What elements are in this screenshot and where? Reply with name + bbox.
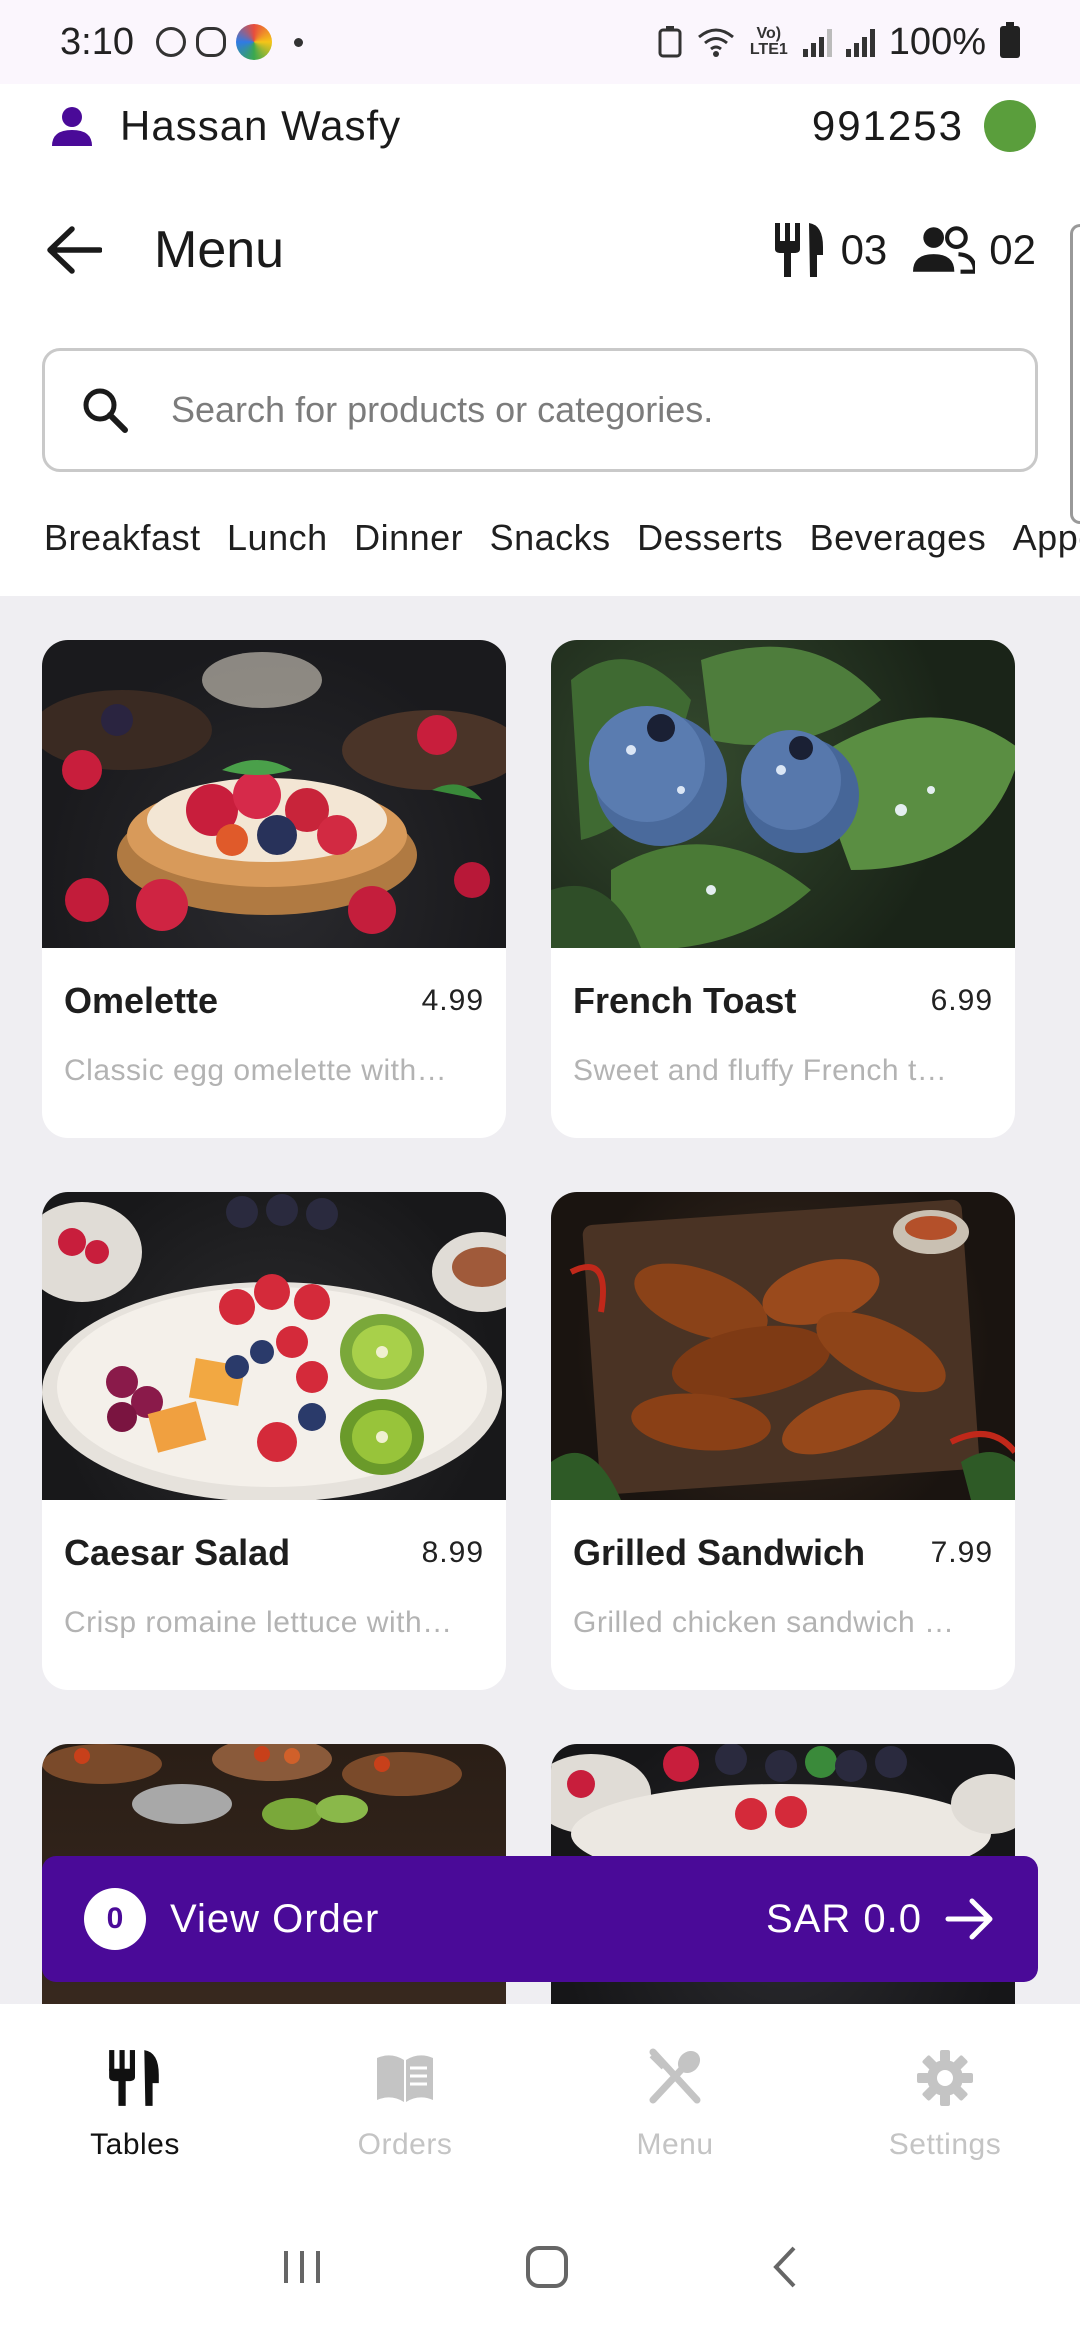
battery-percent: 100%	[888, 20, 986, 63]
side-panel-handle[interactable]	[1070, 224, 1080, 524]
category-tab-lunch[interactable]: Lunch	[227, 500, 328, 576]
status-bar: 3:10 Vo) LTE1 100%	[0, 0, 1080, 84]
product-card[interactable]: French Toast 6.99 Sweet and fluffy Frenc…	[551, 640, 1015, 1138]
status-left: 3:10	[60, 21, 303, 64]
wifi-icon	[697, 28, 734, 57]
status-right: Vo) LTE1 100%	[657, 21, 1020, 64]
home-icon[interactable]	[524, 2244, 570, 2290]
book-icon	[377, 2055, 433, 2102]
product-price: 4.99	[421, 984, 484, 1017]
view-order-button[interactable]: 0 View Order SAR 0.0	[42, 1856, 1038, 1982]
lte-label: Vo) LTE1	[749, 25, 788, 58]
nav-tab-orders[interactable]: Orders	[270, 2004, 540, 2194]
guests-count: 02	[989, 226, 1036, 273]
tables-count: 03	[840, 226, 888, 273]
category-tab-breakfast[interactable]: Breakfast	[44, 500, 201, 576]
category-tab-desserts[interactable]: Desserts	[637, 500, 783, 576]
header: Menu 03 02	[0, 190, 1080, 310]
product-image	[42, 640, 506, 948]
nav-tab-menu[interactable]: Menu	[540, 2004, 810, 2194]
app-notification-icon	[235, 24, 272, 60]
product-image	[42, 1192, 506, 1500]
search-bar[interactable]	[42, 348, 1038, 472]
product-description: Classic egg omelette with…	[64, 1054, 448, 1087]
search-icon	[83, 388, 128, 433]
recycle-battery-icon	[658, 26, 682, 58]
fruit-platter-illustration	[42, 1194, 506, 1500]
signal-icon-1	[802, 27, 832, 57]
blueberry-illustration	[551, 646, 1015, 948]
utensils-icon	[774, 223, 823, 277]
product-price: 7.99	[930, 1536, 993, 1569]
signal-icon-2	[845, 27, 875, 57]
nav-label: Settings	[888, 2128, 1002, 2161]
search-input[interactable]	[171, 389, 999, 431]
recent-apps-icon[interactable]	[280, 2247, 324, 2287]
product-image	[551, 1192, 1015, 1500]
product-image	[551, 640, 1015, 948]
status-time: 3:10	[60, 20, 134, 63]
person-icon	[52, 107, 92, 146]
nav-tab-settings[interactable]: Settings	[810, 2004, 1080, 2194]
nav-tab-tables[interactable]: Tables	[0, 2004, 270, 2194]
order-total: SAR 0.0	[766, 1896, 922, 1941]
product-description: Crisp romaine lettuce with…	[64, 1606, 453, 1639]
online-status-indicator	[984, 100, 1036, 152]
back-button[interactable]	[44, 220, 104, 280]
product-name: Omelette	[64, 980, 219, 1021]
battery-icon	[1000, 22, 1020, 58]
category-tab-appetizers[interactable]: Appetizers	[1013, 500, 1080, 576]
utensils-icon	[109, 2050, 159, 2106]
nav-label: Menu	[636, 2128, 714, 2161]
product-card[interactable]: Caesar Salad 8.99 Crisp romaine lettuce …	[42, 1192, 506, 1690]
product-description: Sweet and fluffy French t…	[573, 1054, 948, 1087]
tart-illustration	[42, 652, 506, 934]
arrow-right-icon	[945, 1898, 993, 1940]
messenger-icon	[195, 27, 226, 57]
nav-label: Orders	[357, 2128, 453, 2161]
product-name: Grilled Sandwich	[573, 1532, 866, 1573]
fork-spoon-icon	[649, 2048, 701, 2104]
gear-icon	[917, 2050, 973, 2106]
order-count-badge: 0	[84, 1888, 146, 1950]
people-icon	[913, 226, 976, 274]
product-card[interactable]: Omelette 4.99 Classic egg omelette with…	[42, 640, 506, 1138]
back-nav-icon[interactable]	[770, 2244, 800, 2290]
product-price: 6.99	[930, 984, 993, 1017]
product-description: Grilled chicken sandwich …	[573, 1606, 955, 1639]
bottom-navigation: Tables Orders Menu Settings	[0, 2004, 1080, 2194]
system-navigation	[0, 2194, 1080, 2340]
category-tab-dinner[interactable]: Dinner	[354, 500, 463, 576]
product-name: Caesar Salad	[64, 1532, 291, 1573]
user-name: Hassan Wasfy	[120, 102, 402, 149]
user-row: Hassan Wasfy 991253	[0, 84, 1080, 168]
product-card[interactable]: Grilled Sandwich 7.99 Grilled chicken sa…	[551, 1192, 1015, 1690]
more-notifications-dot	[293, 37, 303, 47]
chicken-wings-illustration	[551, 1199, 1015, 1500]
view-order-label: View Order	[170, 1896, 380, 1941]
category-tab-snacks[interactable]: Snacks	[490, 500, 611, 576]
page-title: Menu	[154, 221, 285, 279]
category-tab-beverages[interactable]: Beverages	[810, 500, 987, 576]
nav-label: Tables	[90, 2128, 180, 2161]
product-name: French Toast	[573, 980, 797, 1021]
arrow-left-icon	[47, 226, 102, 274]
facebook-icon	[155, 27, 186, 57]
product-grid: Omelette 4.99 Classic egg omelette with…	[0, 596, 1080, 2004]
notification-icons	[155, 24, 303, 60]
header-counters: 03 02	[773, 221, 1036, 279]
category-tabs: Breakfast Lunch Dinner Snacks Desserts B…	[0, 500, 1080, 596]
user-id: 991253	[811, 102, 964, 149]
product-price: 8.99	[421, 1536, 484, 1569]
